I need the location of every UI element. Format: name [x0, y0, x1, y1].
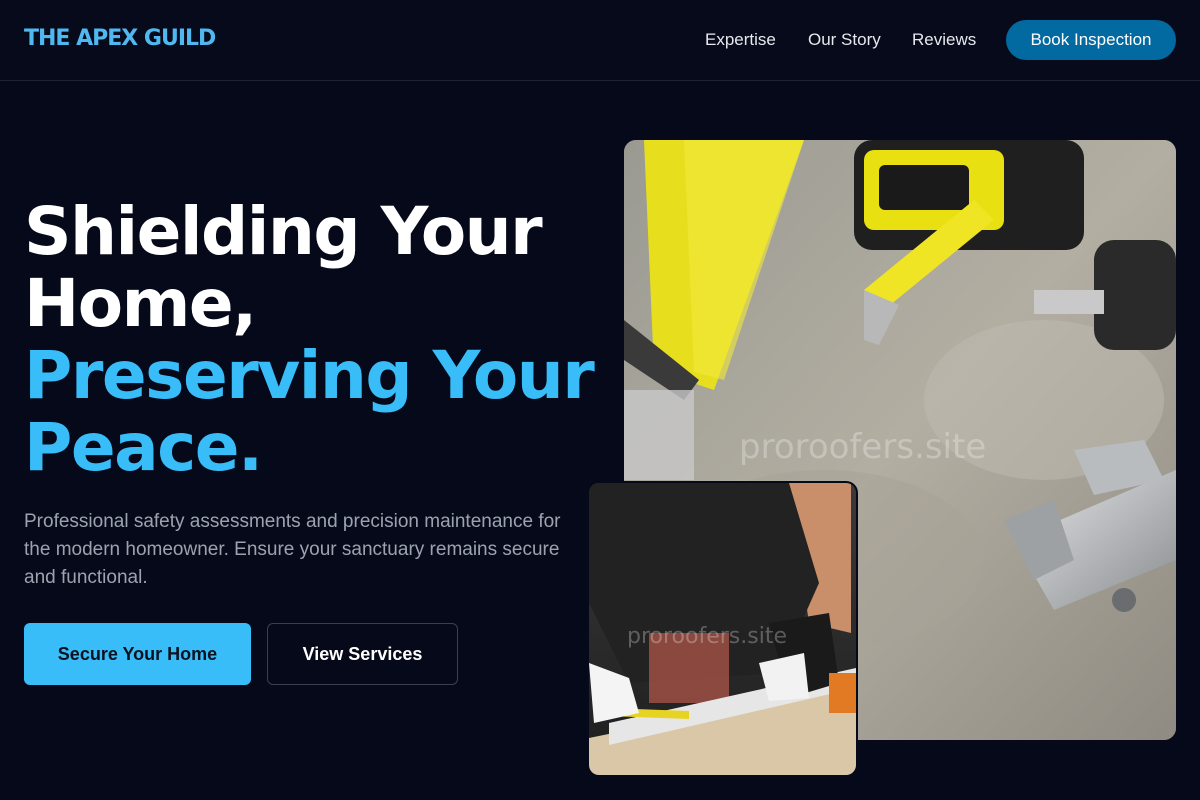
svg-text:proroofers.site: proroofers.site [739, 427, 986, 467]
hero-subtitle: Professional safety assessments and prec… [24, 511, 561, 588]
nav-link-our-story[interactable]: Our Story [808, 30, 881, 50]
worker-measuring-image: proroofers.site [587, 481, 858, 777]
svg-text:proroofers.site: proroofers.site [627, 624, 787, 649]
nav-link-reviews[interactable]: Reviews [912, 30, 976, 50]
view-services-button[interactable]: View Services [267, 623, 458, 685]
site-header: THE APEX GUILD Expertise Our Story Revie… [0, 0, 1200, 81]
nav-link-expertise[interactable]: Expertise [705, 30, 776, 50]
logo[interactable]: THE APEX GUILD [24, 26, 216, 51]
headline-line-4: Peace. [24, 409, 263, 486]
headline-line-1: Shielding Your [24, 193, 543, 270]
book-inspection-button[interactable]: Book Inspection [1006, 20, 1176, 60]
headline-line-3: Preserving Your [24, 337, 595, 414]
secure-your-home-button[interactable]: Secure Your Home [24, 623, 251, 685]
headline-line-2: Home, [24, 265, 257, 342]
hero-headline: Shielding Your Home, Preserving Your Pea… [24, 193, 595, 486]
